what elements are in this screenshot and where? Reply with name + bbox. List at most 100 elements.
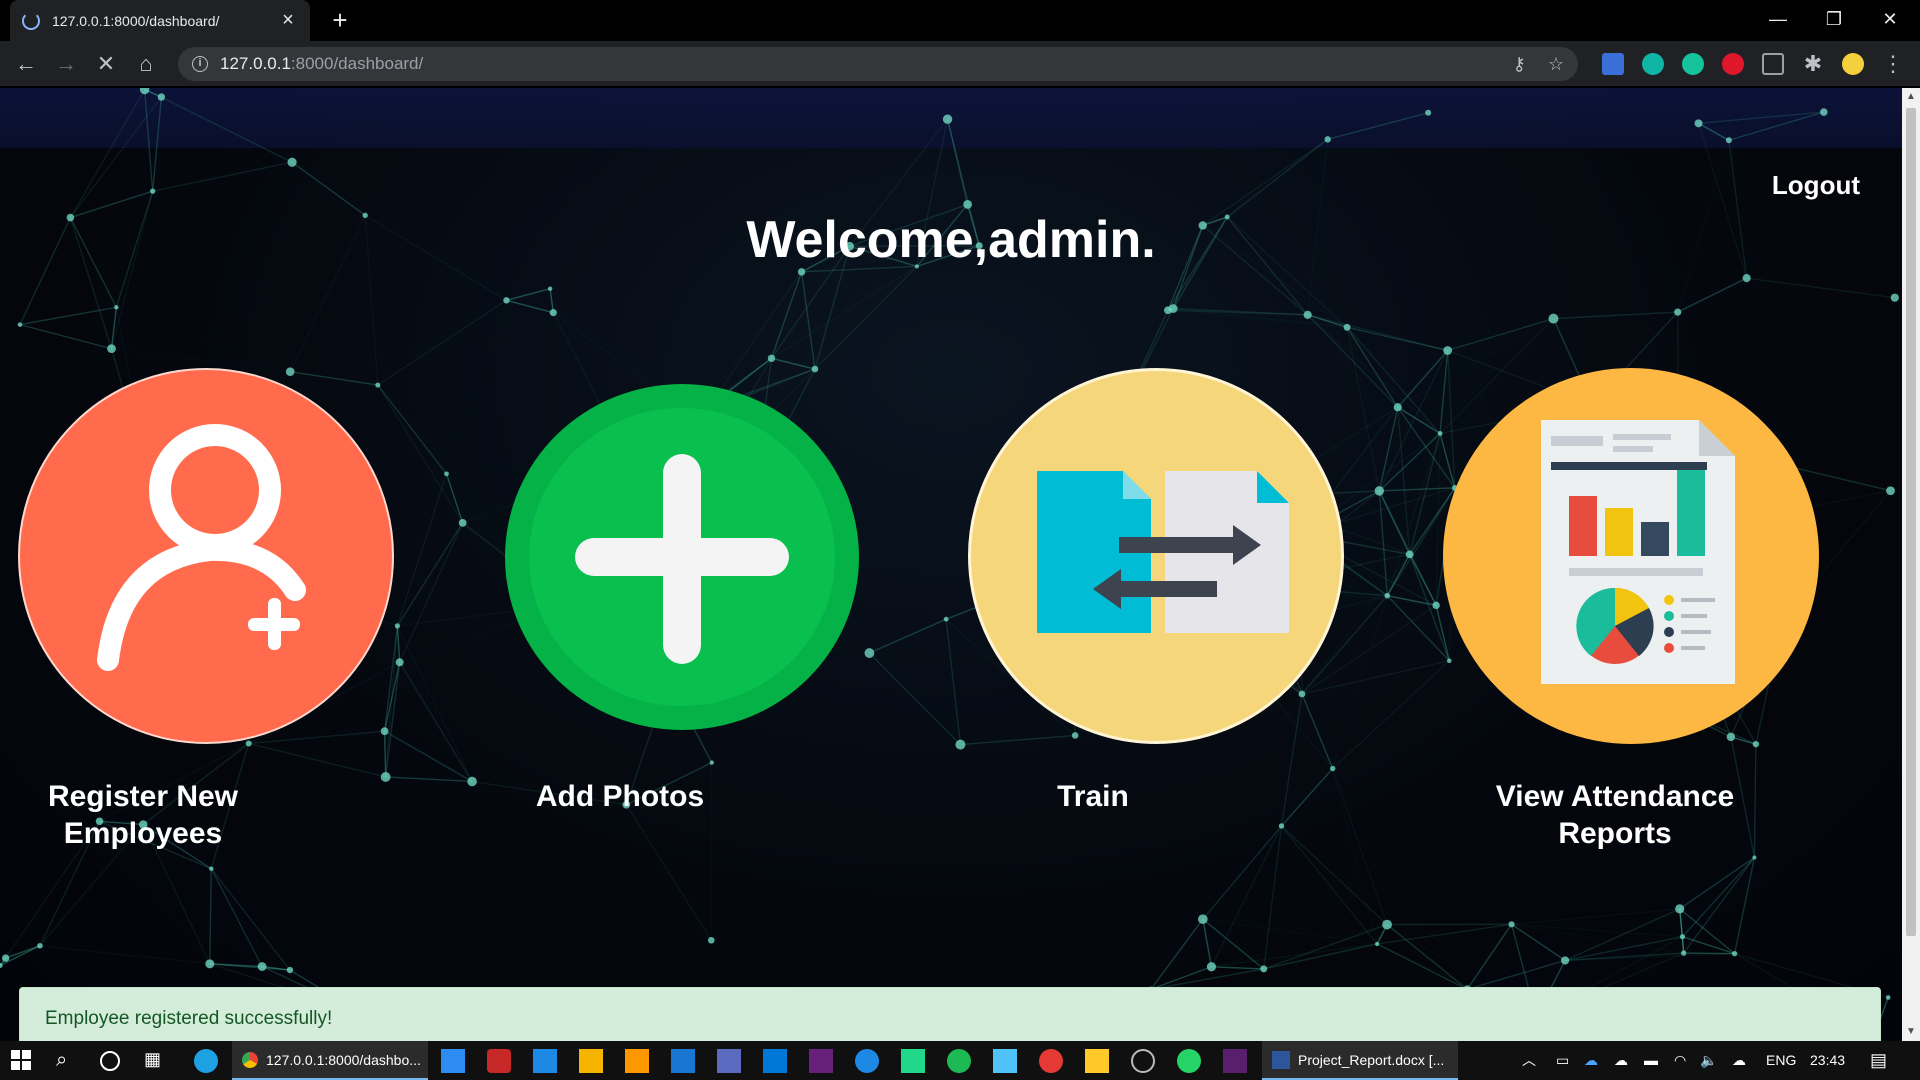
network-line xyxy=(771,265,918,359)
sublime-icon[interactable] xyxy=(625,1049,649,1073)
upload-icon[interactable]: ☁ xyxy=(1732,1041,1746,1080)
network-line xyxy=(506,287,551,301)
profile-avatar[interactable] xyxy=(1842,53,1864,75)
network-node xyxy=(1,954,10,962)
network-line xyxy=(385,776,473,783)
url-text[interactable]: 127.0.0.1:8000/dashboard/ xyxy=(220,54,1491,74)
network-node xyxy=(1198,914,1208,924)
network-line xyxy=(209,868,212,964)
forward-icon[interactable]: → xyxy=(50,48,82,80)
new-tab-button[interactable]: + xyxy=(324,4,356,36)
onedrive-icon[interactable]: ☁ xyxy=(1584,1041,1598,1080)
home-icon[interactable]: ⌂ xyxy=(130,48,162,80)
network-node xyxy=(1731,950,1738,957)
network-line xyxy=(1397,406,1441,435)
mail-icon[interactable] xyxy=(533,1049,557,1073)
train-circle[interactable] xyxy=(968,368,1344,744)
calendar-app-icon[interactable] xyxy=(671,1049,695,1073)
back-icon[interactable]: ← xyxy=(10,48,42,80)
network-node xyxy=(209,866,214,871)
register-circle[interactable] xyxy=(18,368,394,744)
volume-icon[interactable]: 🔈 xyxy=(1700,1041,1717,1080)
network-node xyxy=(1405,550,1414,559)
extension-calendar-icon[interactable] xyxy=(1602,53,1624,75)
reports-circle[interactable] xyxy=(1443,368,1819,744)
browser-tab[interactable]: 127.0.0.1:8000/dashboard/ × xyxy=(10,0,310,41)
task-view-icon[interactable]: ▦ xyxy=(144,1049,168,1073)
network-line xyxy=(1327,112,1429,141)
file-explorer-icon[interactable] xyxy=(579,1049,603,1073)
notification-icon[interactable]: ▤ xyxy=(1870,1041,1887,1080)
network-node xyxy=(1560,956,1570,965)
network-line xyxy=(1332,768,1388,925)
wifi-icon[interactable]: ◠ xyxy=(1674,1041,1686,1080)
cloud-icon[interactable]: ☁ xyxy=(1614,1041,1628,1080)
network-line xyxy=(5,945,41,959)
app-w-icon[interactable] xyxy=(855,1049,879,1073)
search-icon[interactable]: ⌕ xyxy=(56,1049,80,1073)
restore-button[interactable]: ❐ xyxy=(1806,0,1862,41)
pycharm-icon[interactable] xyxy=(901,1049,925,1073)
network-node xyxy=(17,322,23,327)
windows-start-icon[interactable] xyxy=(10,1049,34,1073)
attendance-reports-label[interactable]: View Attendance Reports xyxy=(1470,778,1760,852)
taskbar-chrome-item[interactable]: 127.0.0.1:8000/dashbo... xyxy=(232,1041,428,1080)
network-node xyxy=(767,354,776,362)
network-node xyxy=(1343,323,1351,331)
page-scrollbar[interactable]: ▲ ▼ xyxy=(1902,88,1920,1041)
virtualbox-icon[interactable] xyxy=(993,1049,1017,1073)
extension-copy-icon[interactable] xyxy=(1762,53,1784,75)
register-label[interactable]: Register New Employees xyxy=(18,778,268,852)
vscode-icon[interactable] xyxy=(763,1049,787,1073)
key-icon[interactable]: ⚷ xyxy=(1513,54,1526,75)
add-photos-circle[interactable] xyxy=(505,384,859,730)
language-indicator[interactable]: ENG xyxy=(1766,1041,1796,1080)
mcafee-icon[interactable] xyxy=(487,1049,511,1073)
tab-close-icon[interactable]: × xyxy=(278,9,298,32)
extension-grammarly-icon[interactable] xyxy=(1682,53,1704,75)
logout-link[interactable]: Logout xyxy=(1772,170,1860,201)
network-line xyxy=(69,89,146,218)
clock[interactable]: 23:43 xyxy=(1810,1041,1845,1080)
stop-icon[interactable]: ✕ xyxy=(90,48,122,80)
notes-icon[interactable] xyxy=(1085,1049,1109,1073)
menu-icon[interactable]: ⋮ xyxy=(1877,48,1909,80)
add-photos-label[interactable]: Add Photos xyxy=(505,778,735,815)
store-icon[interactable] xyxy=(717,1049,741,1073)
train-label[interactable]: Train xyxy=(1028,778,1158,815)
app-l-icon[interactable] xyxy=(441,1049,465,1073)
address-bar[interactable]: i 127.0.0.1:8000/dashboard/ ⚷ ☆ xyxy=(178,47,1578,81)
puzzle-icon[interactable]: ✱ xyxy=(1797,48,1829,80)
network-node xyxy=(1885,995,1891,1000)
premiere-icon[interactable] xyxy=(1223,1049,1247,1073)
cortana-icon[interactable] xyxy=(100,1051,120,1071)
network-line xyxy=(377,299,507,386)
network-line xyxy=(1679,908,1685,954)
close-window-button[interactable]: ✕ xyxy=(1862,0,1918,41)
whatsapp-icon[interactable] xyxy=(1177,1049,1201,1073)
network-node xyxy=(1168,304,1178,313)
minimize-button[interactable]: — xyxy=(1750,0,1806,41)
extension-hand-icon[interactable] xyxy=(1722,53,1744,75)
tray-device-icon[interactable]: ▭ xyxy=(1556,1041,1569,1080)
scroll-down-icon[interactable]: ▼ xyxy=(1902,1023,1920,1041)
tab-title: 127.0.0.1:8000/dashboard/ xyxy=(52,12,220,29)
scroll-up-icon[interactable]: ▲ xyxy=(1902,88,1920,106)
network-line xyxy=(384,730,473,783)
spotify-icon[interactable] xyxy=(947,1049,971,1073)
scrollbar-thumb[interactable] xyxy=(1906,108,1916,936)
tray-chevron-icon[interactable]: ︿ xyxy=(1522,1041,1536,1080)
battery-icon[interactable]: ▬ xyxy=(1644,1041,1658,1080)
network-line xyxy=(1226,138,1329,218)
network-node xyxy=(1742,274,1751,283)
obs-icon[interactable] xyxy=(1131,1049,1155,1073)
network-line xyxy=(1467,959,1566,990)
visual-studio-icon[interactable] xyxy=(809,1049,833,1073)
star-icon[interactable]: ☆ xyxy=(1548,54,1564,75)
taskbar-word-item[interactable]: Project_Report.docx [... xyxy=(1262,1041,1458,1080)
extension-m-icon[interactable] xyxy=(1642,53,1664,75)
media-player-icon[interactable] xyxy=(1039,1049,1063,1073)
info-icon[interactable]: i xyxy=(192,56,208,72)
edge-icon[interactable] xyxy=(194,1049,218,1073)
network-line xyxy=(506,299,554,314)
